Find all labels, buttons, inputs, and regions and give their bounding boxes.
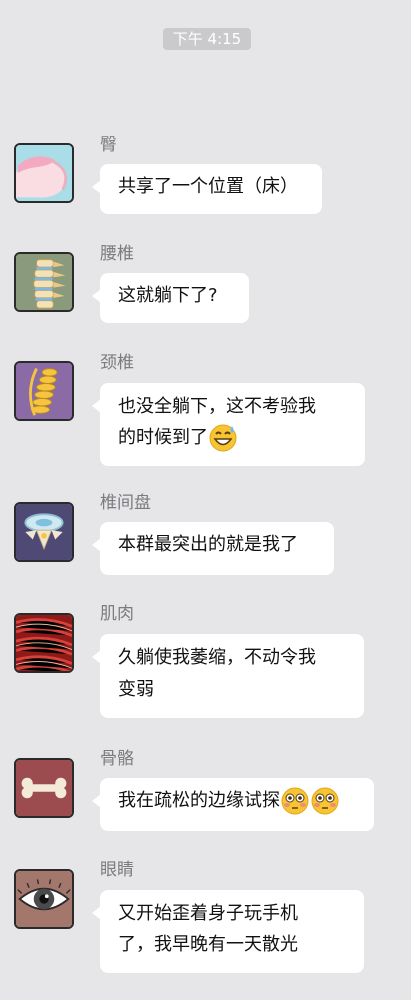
sender-name: 椎间盘 <box>100 493 151 513</box>
message-text-line: 的时候到了 <box>118 427 208 448</box>
message-text: 这就躺下了? <box>118 285 218 306</box>
message-text-line: 了，我早晚有一天散光 <box>118 934 298 955</box>
message-text-line: 也没全躺下，这不考验我 <box>118 396 316 417</box>
intervertebral-disc-avatar-icon[interactable] <box>14 502 74 562</box>
lumbar-spine-avatar-icon[interactable] <box>14 252 74 312</box>
muscle-avatar-icon[interactable] <box>14 613 74 673</box>
buttocks-avatar-icon[interactable] <box>14 143 74 203</box>
message-bubble[interactable]: 也没全躺下，这不考验我 的时候到了 <box>92 383 365 466</box>
message-bubble[interactable]: 这就躺下了? <box>92 273 249 323</box>
message-bubble[interactable]: 共享了一个位置（床） <box>92 164 322 214</box>
eye-avatar-icon[interactable] <box>14 869 74 929</box>
sender-name: 肌肉 <box>100 604 134 624</box>
message-bubble[interactable]: 久躺使我萎缩，不动令我 变弱 <box>92 634 364 718</box>
sweat-smile-emoji-icon <box>208 423 238 453</box>
timestamp: 下午 4:15 <box>163 28 251 50</box>
message-text-line: 久躺使我萎缩，不动令我 <box>118 647 316 668</box>
cervical-spine-avatar-icon[interactable] <box>14 361 74 421</box>
message-bubble[interactable]: 又开始歪着身子玩手机 了，我早晚有一天散光 <box>92 890 364 973</box>
message-text-line: 又开始歪着身子玩手机 <box>118 903 298 924</box>
sender-name: 骨骼 <box>100 749 134 769</box>
message-bubble[interactable]: 我在疏松的边缘试探 <box>92 778 374 831</box>
sender-name: 眼睛 <box>100 860 134 880</box>
message-text: 共享了一个位置（床） <box>118 176 298 197</box>
sender-name: 颈椎 <box>100 353 134 373</box>
sender-name: 臀 <box>100 135 117 155</box>
message-text: 我在疏松的边缘试探 <box>118 790 280 811</box>
flushed-face-emoji-icon <box>280 786 340 816</box>
message-bubble[interactable]: 本群最突出的就是我了 <box>92 522 334 575</box>
sender-name: 腰椎 <box>100 244 134 264</box>
message-text: 本群最突出的就是我了 <box>118 534 298 555</box>
message-text-line: 变弱 <box>118 679 154 700</box>
bone-avatar-icon[interactable] <box>14 758 74 818</box>
